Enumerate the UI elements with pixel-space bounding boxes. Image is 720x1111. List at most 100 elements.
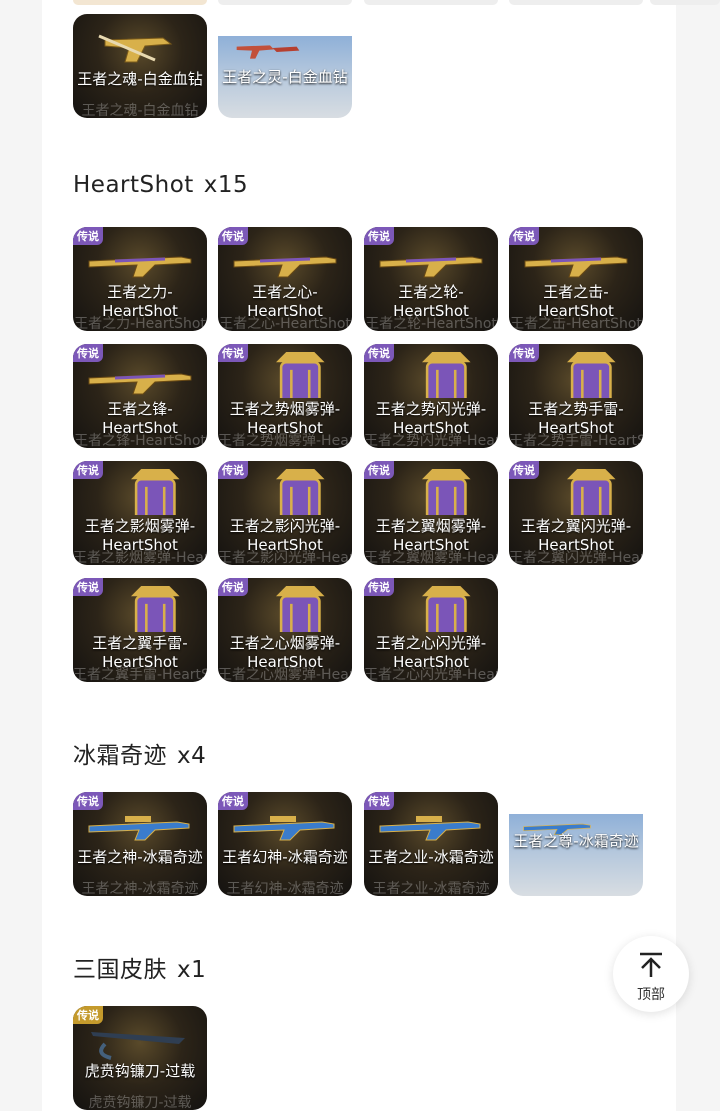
skin-name: 虎贲钩镰刀-过载: [84, 1062, 196, 1080]
skin-card[interactable]: 传说王者之心闪光弹-HeartShot王者之心闪光弹-HeartShot: [364, 578, 498, 682]
skin-card[interactable]: 传说 王者之锋-HeartShot 王者之锋-HeartShot: [73, 344, 207, 448]
skin-name-ghost: 王者之势闪光弹-HeartShot: [364, 433, 498, 448]
grenade-icon: [275, 352, 325, 398]
rarity-badge: 传说: [73, 578, 103, 596]
pistol-icon: [236, 45, 300, 59]
skin-card[interactable]: 传说王者之翼手雷-HeartShot王者之翼手雷-HeartShot: [73, 578, 207, 682]
grenade-icon: [566, 469, 616, 515]
rarity-badge: 传说: [73, 461, 103, 479]
skin-card[interactable]: 传说王者之影烟雾弹-HeartShot王者之影烟雾弹-HeartShot: [73, 461, 207, 565]
section-title-heartshot: HeartShot x15: [73, 172, 248, 198]
grenade-icon: [566, 352, 616, 398]
rarity-badge: 传说: [509, 461, 539, 479]
skin-name-ghost: 王者之魂-白金血钻: [81, 103, 199, 118]
pistol-icon: [98, 34, 173, 63]
rarity-badge: 传说: [218, 461, 248, 479]
skin-name-ghost: 王者之锋-HeartShot: [74, 433, 206, 448]
skin-card[interactable]: 王者之魂-白金血钻 王者之魂-白金血钻: [73, 14, 207, 118]
top-card-row-edge: [0, 0, 720, 6]
rarity-badge: 传说: [364, 461, 394, 479]
rarity-badge: 传说: [73, 792, 103, 810]
skin-card[interactable]: 传说 王者之击-HeartShot 王者之击-HeartShot: [509, 227, 643, 331]
rarity-badge: 传说: [509, 344, 539, 362]
skin-name-ghost: 王者之翼烟雾弹-HeartShot: [364, 550, 498, 565]
section-title-text: 冰霜奇迹: [73, 743, 167, 769]
skin-name-ghost: 王者之翼手雷-HeartShot: [73, 667, 207, 682]
blade-icon: [91, 1032, 185, 1060]
skin-card[interactable]: 传说王者幻神-冰霜奇迹 王者幻神-冰霜奇迹: [218, 792, 352, 896]
skin-name: 王者之业-冰霜奇迹: [368, 848, 494, 866]
rarity-badge: 传说: [73, 227, 103, 245]
rarity-badge: 传说: [509, 227, 539, 245]
skin-name: 王者之尊-冰霜奇迹: [513, 832, 639, 850]
rarity-badge: 传说: [218, 792, 248, 810]
skin-name-ghost: 王者之势手雷-HeartShot: [509, 433, 643, 448]
skin-card[interactable]: 传说虎贲钩镰刀-过载 虎贲钩镰刀-过载: [73, 1006, 207, 1110]
arrow-up-to-top-icon: [640, 952, 662, 977]
skin-card[interactable]: 传说王者之势闪光弹-HeartShot王者之势闪光弹-HeartShot: [364, 344, 498, 448]
skin-name: 王者之灵-白金血钻: [222, 68, 348, 86]
section-title-text: 三国皮肤: [73, 957, 167, 983]
skin-name-ghost: 王者幻神-冰霜奇迹: [226, 881, 344, 896]
skin-name-ghost: 王者之业-冰霜奇迹: [372, 881, 490, 896]
skin-name-ghost: 虎贲钩镰刀-过载: [88, 1095, 192, 1110]
skin-card[interactable]: 传说王者之势手雷-HeartShot王者之势手雷-HeartShot: [509, 344, 643, 448]
skin-card[interactable]: 王者之尊-冰霜奇迹: [509, 814, 643, 896]
back-to-top-button[interactable]: 顶部: [613, 936, 689, 1012]
gun-icon: [88, 373, 192, 395]
section-title-text: HeartShot: [73, 172, 194, 198]
skin-name-ghost: 王者之力-HeartShot: [74, 316, 206, 331]
section-title-frost: 冰霜奇迹 x4: [73, 736, 206, 770]
rarity-badge: 传说: [364, 578, 394, 596]
rifle-icon: [233, 816, 335, 841]
rarity-badge: 传说: [218, 578, 248, 596]
rarity-badge: 传说: [218, 227, 248, 245]
skin-name-ghost: 王者之轮-HeartShot: [365, 316, 497, 331]
skin-card[interactable]: 传说王者之心烟雾弹-HeartShot王者之心烟雾弹-HeartShot: [218, 578, 352, 682]
rifle-icon: [88, 816, 190, 841]
skin-name-ghost: 王者之心闪光弹-HeartShot: [364, 667, 498, 682]
skin-card[interactable]: 传说 王者之神-冰霜奇迹 王者之神-冰霜奇迹: [73, 792, 207, 896]
skin-name-ghost: 王者之翼闪光弹-HeartShot: [509, 550, 643, 565]
skin-name-ghost: 王者之影烟雾弹-HeartShot: [73, 550, 207, 565]
gun-icon: [233, 256, 337, 278]
skin-card[interactable]: 传说 王者之轮-HeartShot 王者之轮-HeartShot: [364, 227, 498, 331]
skin-card[interactable]: 传说王者之影闪光弹-HeartShot王者之影闪光弹-HeartShot: [218, 461, 352, 565]
grenade-icon: [275, 586, 325, 632]
skin-name-ghost: 王者之心-HeartShot: [219, 316, 351, 331]
grenade-icon: [130, 586, 180, 632]
skin-name-ghost: 王者之影闪光弹-HeartShot: [218, 550, 352, 565]
skin-name: 王者幻神-冰霜奇迹: [222, 848, 348, 866]
skin-card[interactable]: 传说王者之业-冰霜奇迹 王者之业-冰霜奇迹: [364, 792, 498, 896]
gun-icon: [524, 256, 628, 278]
skin-card[interactable]: 传说王者之翼闪光弹-HeartShot王者之翼闪光弹-HeartShot: [509, 461, 643, 565]
skin-name-ghost: 王者之势烟雾弹-HeartShot: [218, 433, 352, 448]
section-count: x15: [203, 172, 249, 198]
skin-card[interactable]: 传说 王者之力-HeartShot 王者之力-HeartShot: [73, 227, 207, 331]
grenade-icon: [130, 469, 180, 515]
grenade-icon: [421, 352, 471, 398]
section-count: x4: [177, 743, 207, 769]
rarity-badge: 传说: [364, 792, 394, 810]
gun-icon: [379, 256, 483, 278]
rarity-badge: 传说: [364, 344, 394, 362]
skin-card[interactable]: 传说 王者之心-HeartShot 王者之心-HeartShot: [218, 227, 352, 331]
skin-card[interactable]: 传说王者之翼烟雾弹-HeartShot王者之翼烟雾弹-HeartShot: [364, 461, 498, 565]
skin-name: 王者之魂-白金血钻: [77, 70, 203, 88]
skin-card[interactable]: 传说王者之势烟雾弹-HeartShot王者之势烟雾弹-HeartShot: [218, 344, 352, 448]
back-to-top-label: 顶部: [637, 987, 665, 1003]
skin-card[interactable]: 王者之灵-白金血钻: [218, 36, 352, 118]
section-title-three-kingdoms: 三国皮肤 x1: [73, 950, 206, 984]
gun-icon: [88, 256, 192, 278]
rarity-badge: 传说: [218, 344, 248, 362]
skin-name-ghost: 王者之击-HeartShot: [510, 316, 642, 331]
grenade-icon: [421, 469, 471, 515]
grenade-icon: [275, 469, 325, 515]
skin-name-ghost: 王者之神-冰霜奇迹: [81, 881, 199, 896]
grenade-icon: [421, 586, 471, 632]
section-count: x1: [177, 957, 207, 983]
skin-name-ghost: 王者之心烟雾弹-HeartShot: [218, 667, 352, 682]
rarity-badge: 传说: [73, 1006, 103, 1024]
rarity-badge: 传说: [73, 344, 103, 362]
rarity-badge: 传说: [364, 227, 394, 245]
